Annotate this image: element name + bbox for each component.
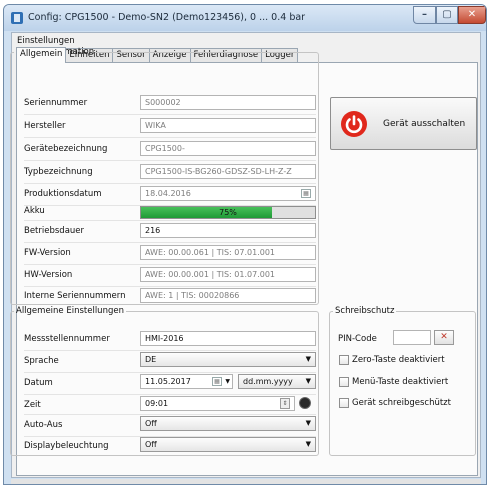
maximize-button[interactable]: ▢ [436,6,458,24]
settings-label: Einstellungen [17,36,75,46]
chevron-down-icon: ▼ [305,377,311,385]
label-produktionsdatum: Produktionsdatum [24,189,102,199]
geraetebezeichnung-field: CPG1500- [140,141,316,156]
label-datum: Datum [24,378,53,388]
menu-key-label: Menü-Taste deaktiviert [352,377,449,387]
minimize-button[interactable]: – [413,6,436,24]
label-zeit: Zeit [24,400,41,410]
betriebsdauer-field: 216 [140,223,316,238]
label-typbezeichnung: Typbezeichnung [24,167,93,177]
messstellennummer-input[interactable]: HMI-2016 [140,331,316,346]
calendar-icon: ▦ [301,189,311,198]
write-protect-label: Gerät schreibgeschützt [352,398,451,408]
produktionsdatum-field: 18.04.2016 ▦ [140,186,316,201]
label-geraetebezeichnung: Gerätebezeichnung [24,144,108,154]
row-divider [24,183,316,184]
row-divider [24,114,316,115]
label-fw-version: FW-Version [24,248,71,258]
battery-progress: 75% [140,206,316,219]
row-divider [24,394,316,395]
label-seriennummer: Seriennummer [24,98,88,108]
auto-aus-select[interactable]: Off ▼ [140,416,316,431]
label-auto-aus: Auto-Aus [24,420,63,430]
chevron-down-icon: ▼ [305,355,311,363]
label-sprache: Sprache [24,356,59,366]
window-title: Config: CPG1500 - Demo-SN2 (Demo123456),… [28,12,306,23]
close-button[interactable]: ✕ [458,6,486,24]
wrench-icon: ✕ [440,332,448,342]
label-messstellennummer: Messstellennummer [24,334,110,344]
status-bar [11,479,481,484]
typbezeichnung-field: CPG1500-IS-BG260-GDSZ-SD-LH-Z-Z [140,164,316,179]
write-protect-checkbox[interactable] [339,398,349,408]
auto-aus-value: Off [145,419,157,428]
label-interne-seriennummern: Interne Seriennummern [24,291,126,301]
zero-key-checkbox[interactable] [339,355,349,365]
date-format-select[interactable]: dd.mm.yyyy ▼ [238,374,316,389]
fw-version-field: AWE: 00.00.061 | TIS: 07.01.001 [140,245,316,260]
interne-seriennummern-field: AWE: 1 | TIS: 00020866 [140,288,316,303]
minimize-icon: – [422,9,427,20]
hersteller-field: WIKA [140,118,316,133]
chevron-down-icon: ▼ [305,440,311,448]
zero-key-label: Zero-Taste deaktiviert [352,355,445,365]
seriennummer-field: S000002 [140,95,316,110]
tab-allgemein[interactable]: Allgemein [16,47,67,63]
label-akku: Akku [24,206,45,216]
datum-value: 11.05.2017 [145,377,191,386]
label-hw-version: HW-Version [24,270,73,280]
title-bar[interactable]: Config: CPG1500 - Demo-SN2 (Demo123456),… [4,5,486,31]
chevron-down-icon: ▼ [305,419,311,427]
clock-icon[interactable] [299,397,311,409]
row-divider [24,414,316,415]
row-divider [24,264,316,265]
pin-code-input[interactable] [393,330,431,345]
general-settings-legend: Allgemeine Einstellungen [16,306,124,316]
hw-version-field: AWE: 00.00.001 | TIS: 01.07.001 [140,267,316,282]
pin-code-label: PIN-Code [338,334,377,344]
label-displaybeleuchtung: Displaybeleuchtung [24,441,109,451]
label-hersteller: Hersteller [24,121,66,131]
displaybeleuchtung-select[interactable]: Off ▼ [140,437,316,452]
power-off-label: Gerät ausschalten [383,119,466,129]
row-divider [24,220,316,221]
power-off-button[interactable]: Gerät ausschalten [330,97,477,150]
datum-input[interactable]: 11.05.2017 ▦ ▼ [140,374,233,389]
pin-tool-button[interactable]: ✕ [434,330,454,345]
row-divider [24,286,316,287]
row-divider [24,242,316,243]
maximize-icon: ▢ [442,9,452,20]
row-divider [24,160,316,161]
row-divider [24,137,316,138]
produktionsdatum-value: 18.04.2016 [145,189,191,198]
battery-percent: 75% [219,208,237,217]
power-icon [341,111,367,137]
zeit-input[interactable]: 09:01 [140,396,295,411]
write-protect-legend: Schreibschutz [335,306,395,316]
sprache-select[interactable]: DE ▼ [140,352,316,367]
menu-key-checkbox[interactable] [339,377,349,387]
label-betriebsdauer: Betriebsdauer [24,226,85,236]
time-spinner-icon[interactable]: ⇕ [280,398,290,409]
close-icon: ✕ [467,9,477,20]
displaybeleuchtung-value: Off [145,440,157,449]
calendar-icon[interactable]: ▦ [212,377,222,386]
row-divider [24,350,316,351]
app-icon [11,12,23,24]
sprache-value: DE [145,355,157,364]
chevron-down-icon: ▼ [225,378,230,385]
date-format-value: dd.mm.yyyy [243,377,293,386]
row-divider [24,372,316,373]
